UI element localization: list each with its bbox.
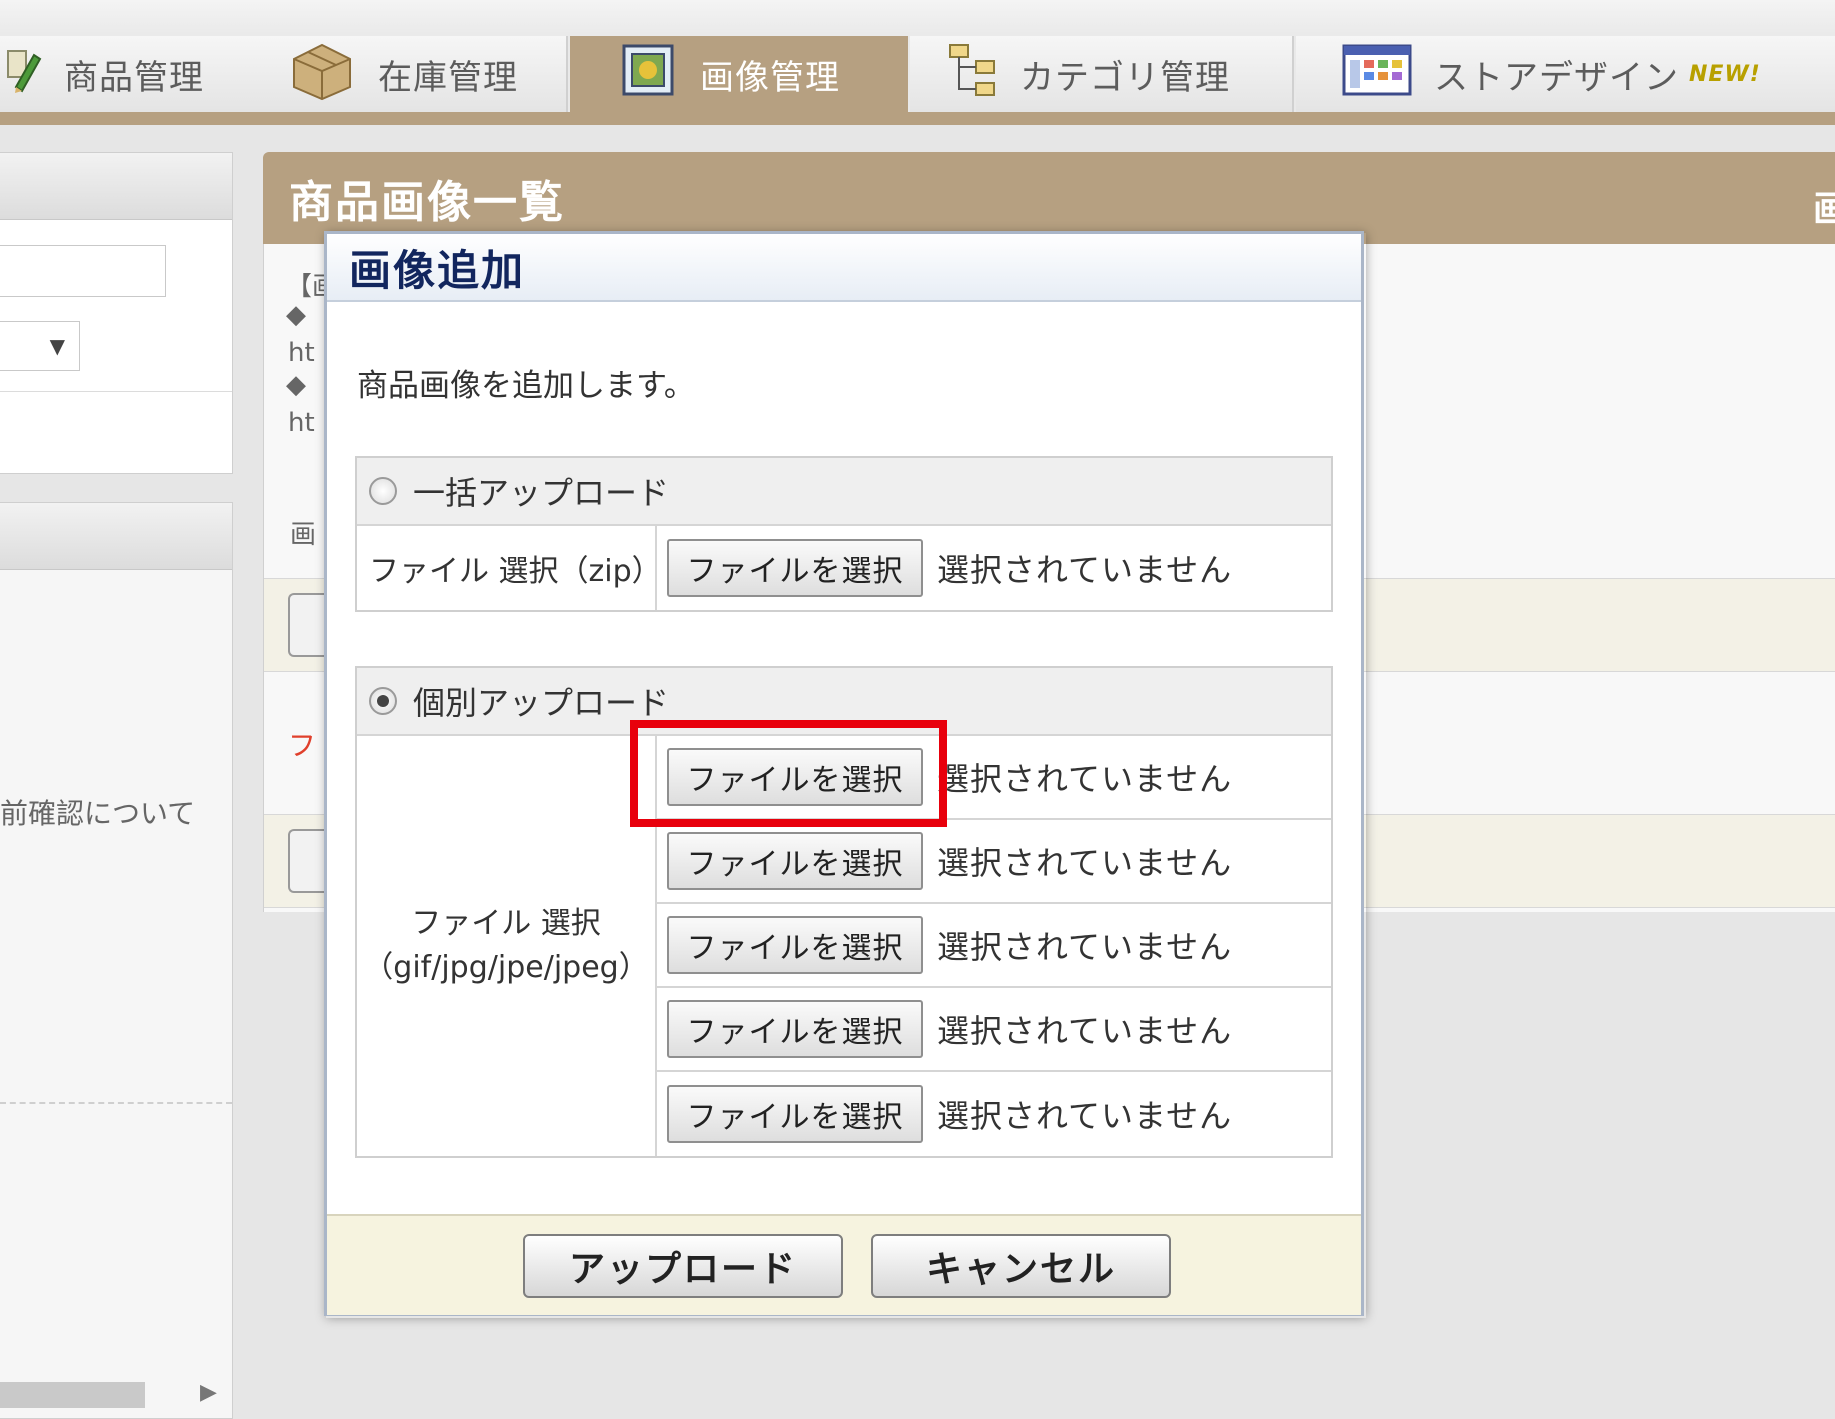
file-input-row: ファイルを選択 選択されていません bbox=[657, 526, 1331, 610]
top-navigation: 商品管理 在庫管理 画像管理 カテゴリ管理 ストアデザイン NEW! bbox=[0, 0, 1835, 125]
tab-image-management[interactable]: 画像管理 bbox=[570, 36, 908, 112]
zip-file-label: ファイル 選択（zip） bbox=[357, 526, 662, 610]
sidebar-search-input[interactable] bbox=[0, 245, 166, 297]
sidebar-panel-header bbox=[0, 153, 232, 220]
choose-file-button[interactable]: ファイルを選択 bbox=[667, 916, 923, 974]
sidebar-search-panel: ▼ bbox=[0, 152, 233, 474]
individual-upload-radio[interactable] bbox=[369, 687, 397, 715]
pencil-icon bbox=[6, 47, 42, 102]
divider bbox=[0, 391, 232, 392]
tab-store-design[interactable]: ストアデザイン NEW! bbox=[1296, 36, 1835, 112]
tab-label: 画像管理 bbox=[700, 57, 840, 98]
image-file-label: ファイル 選択 （gif/jpg/jpe/jpeg） bbox=[357, 736, 657, 1156]
new-badge: NEW! bbox=[1689, 61, 1761, 87]
bullet-icon: ◆ bbox=[286, 370, 306, 400]
file-input-row: ファイルを選択 選択されていません bbox=[657, 988, 1331, 1072]
image-file-label-line2: （gif/jpg/jpe/jpeg） bbox=[363, 950, 649, 985]
tab-label: カテゴリ管理 bbox=[1020, 57, 1230, 98]
file-input-row: ファイルを選択 選択されていません bbox=[657, 1072, 1331, 1156]
info-text: 画 bbox=[290, 520, 317, 550]
sidebar-panel-header bbox=[0, 503, 232, 570]
bulk-upload-section: 一括アップロード ファイル 選択（zip） ファイルを選択 選択されていません bbox=[355, 456, 1333, 612]
error-text: フ bbox=[288, 729, 317, 762]
file-status: 選択されていません bbox=[937, 928, 1233, 966]
bulk-upload-label: 一括アップロード bbox=[413, 474, 670, 512]
page-title: 商品画像一覧 bbox=[289, 177, 565, 228]
dialog-title: 画像追加 bbox=[327, 234, 1361, 302]
divider bbox=[0, 1102, 232, 1104]
dialog-footer: アップロード キャンセル bbox=[327, 1214, 1361, 1315]
sidebar-select[interactable]: ▼ bbox=[0, 321, 80, 371]
bullet-icon: ◆ bbox=[286, 300, 306, 330]
file-cells: ファイルを選択 選択されていません bbox=[657, 526, 1331, 610]
image-file-label-line1: ファイル 選択 bbox=[411, 906, 601, 941]
scroll-right-icon[interactable]: ▶ bbox=[200, 1380, 217, 1405]
choose-file-button[interactable]: ファイルを選択 bbox=[667, 1085, 923, 1143]
left-sidebar: ▼ 前確認について ▶ bbox=[0, 152, 236, 1419]
choose-file-button[interactable]: ファイルを選択 bbox=[667, 832, 923, 890]
bulk-upload-option[interactable]: 一括アップロード bbox=[357, 458, 1331, 526]
store-design-icon bbox=[1342, 44, 1412, 105]
category-tree-icon bbox=[948, 41, 998, 108]
sidebar-partial-text[interactable]: 前確認について bbox=[0, 792, 232, 832]
file-input-row: ファイルを選択 選択されていません bbox=[657, 820, 1331, 904]
choose-file-button[interactable]: ファイルを選択 bbox=[667, 539, 923, 597]
horizontal-scrollbar[interactable] bbox=[0, 1382, 145, 1408]
file-status: 選択されていません bbox=[937, 551, 1233, 589]
file-status: 選択されていません bbox=[937, 844, 1233, 882]
file-status: 選択されていません bbox=[937, 1097, 1233, 1135]
tab-label: 在庫管理 bbox=[378, 57, 518, 98]
chevron-down-icon: ▼ bbox=[49, 334, 65, 358]
nav-baseline bbox=[0, 112, 1835, 125]
bulk-file-row: ファイル 選択（zip） ファイルを選択 選択されていません bbox=[357, 526, 1331, 610]
info-text: ht bbox=[288, 408, 315, 438]
tab-label: ストアデザイン bbox=[1434, 57, 1679, 98]
dialog-description: 商品画像を追加します。 bbox=[357, 368, 695, 404]
tab-product-management[interactable]: 商品管理 bbox=[0, 36, 250, 112]
tab-label: 商品管理 bbox=[64, 57, 204, 98]
cancel-button[interactable]: キャンセル bbox=[871, 1234, 1171, 1298]
info-text: ht bbox=[288, 338, 315, 368]
image-icon bbox=[620, 42, 678, 107]
file-status: 選択されていません bbox=[937, 1012, 1233, 1050]
sidebar-link-text: 前確認について bbox=[0, 797, 196, 830]
sidebar-info-panel bbox=[0, 502, 233, 1419]
upload-button[interactable]: アップロード bbox=[523, 1234, 843, 1298]
boxes-icon bbox=[288, 39, 356, 110]
tab-category-management[interactable]: カテゴリ管理 bbox=[910, 36, 1294, 112]
file-input-row: ファイルを選択 選択されていません bbox=[657, 904, 1331, 988]
file-status: 選択されていません bbox=[937, 760, 1233, 798]
choose-file-button[interactable]: ファイルを選択 bbox=[667, 1000, 923, 1058]
tab-inventory-management[interactable]: 在庫管理 bbox=[244, 36, 568, 112]
highlight-box bbox=[630, 720, 947, 827]
bulk-upload-radio[interactable] bbox=[369, 477, 397, 505]
individual-upload-label: 個別アップロード bbox=[413, 684, 670, 722]
header-right-text: 画 bbox=[1813, 189, 1835, 230]
